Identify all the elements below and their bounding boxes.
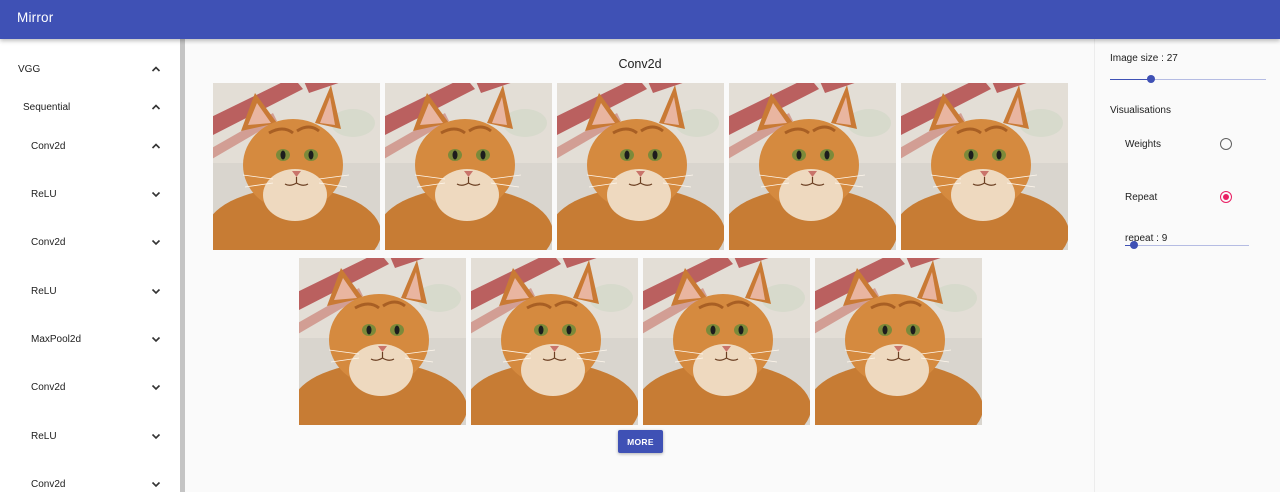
tree-item-conv2d[interactable]: Conv2d	[0, 137, 170, 157]
chevron-down-icon[interactable]	[150, 188, 162, 200]
tree-item-vgg[interactable]: VGG	[0, 60, 170, 80]
tree-item-label: ReLU	[31, 286, 57, 297]
image-size-slider[interactable]	[1110, 75, 1266, 83]
radio-selected-dot	[1223, 194, 1229, 200]
chevron-up-icon[interactable]	[150, 140, 162, 152]
repeat-option-label: Repeat	[1125, 192, 1158, 203]
layer-title: Conv2d	[618, 57, 662, 71]
chevron-down-icon[interactable]	[150, 478, 162, 490]
tree-item-label: Sequential	[23, 102, 71, 113]
chevron-down-icon[interactable]	[150, 381, 162, 393]
app-title: Mirror	[17, 10, 54, 25]
tree-item-sequential[interactable]: Sequential	[0, 98, 170, 118]
chevron-down-icon[interactable]	[150, 333, 162, 345]
cat-image-thumbnail[interactable]	[557, 83, 724, 250]
cat-image-thumbnail[interactable]	[729, 83, 896, 250]
tree-item-conv2d[interactable]: Conv2d	[0, 378, 170, 398]
cat-image-thumbnail[interactable]	[213, 83, 380, 250]
image-size-slider-thumb[interactable]	[1146, 75, 1155, 83]
chevron-down-icon[interactable]	[150, 236, 162, 248]
cat-image-thumbnail[interactable]	[643, 258, 810, 425]
repeat-radio[interactable]	[1220, 191, 1232, 203]
tree-item-label: ReLU	[31, 431, 57, 442]
tree-item-relu[interactable]: ReLU	[0, 185, 170, 205]
cat-image-thumbnail[interactable]	[471, 258, 638, 425]
tree-item-relu[interactable]: ReLU	[0, 282, 170, 302]
tree-item-label: Conv2d	[31, 141, 66, 152]
module-tree: VGG Sequential Conv2d ReLU Conv2d ReLU MaxPool…	[0, 39, 180, 492]
tree-item-maxpool2d[interactable]: MaxPool2d	[0, 330, 170, 350]
app-bar: Mirror	[0, 0, 1280, 39]
tree-item-label: VGG	[18, 64, 41, 75]
tree-item-label: Conv2d	[31, 237, 66, 248]
visualisations-heading: Visualisations	[1110, 105, 1171, 116]
tree-item-relu[interactable]: ReLU	[0, 427, 170, 447]
cat-image-thumbnail[interactable]	[385, 83, 552, 250]
tree-scrollbar[interactable]	[180, 39, 185, 492]
tree-item-label: MaxPool2d	[31, 334, 82, 345]
more-button[interactable]: MORE	[618, 430, 663, 453]
cat-image-thumbnail[interactable]	[299, 258, 466, 425]
chevron-up-icon[interactable]	[150, 63, 162, 75]
weights-option-label: Weights	[1125, 139, 1161, 150]
tree-item-label: Conv2d	[31, 382, 66, 393]
chevron-down-icon[interactable]	[150, 285, 162, 297]
weights-radio[interactable]	[1220, 138, 1232, 150]
tree-item-conv2d[interactable]: Conv2d	[0, 475, 170, 492]
image-size-slider-fill	[1110, 79, 1151, 80]
repeat-slider-thumb[interactable]	[1129, 241, 1138, 249]
tree-scrollbar-thumb[interactable]	[180, 39, 185, 492]
image-size-label: Image size : 27	[1110, 53, 1178, 64]
tree-item-label: Conv2d	[31, 479, 66, 490]
settings-panel: Image size : 27 Visualisations Weights R…	[1094, 39, 1280, 492]
tree-item-conv2d[interactable]: Conv2d	[0, 233, 170, 253]
chevron-up-icon[interactable]	[150, 101, 162, 113]
cat-image-thumbnail[interactable]	[815, 258, 982, 425]
repeat-slider[interactable]	[1125, 241, 1249, 249]
cat-image-thumbnail[interactable]	[901, 83, 1068, 250]
chevron-down-icon[interactable]	[150, 430, 162, 442]
tree-item-label: ReLU	[31, 189, 57, 200]
